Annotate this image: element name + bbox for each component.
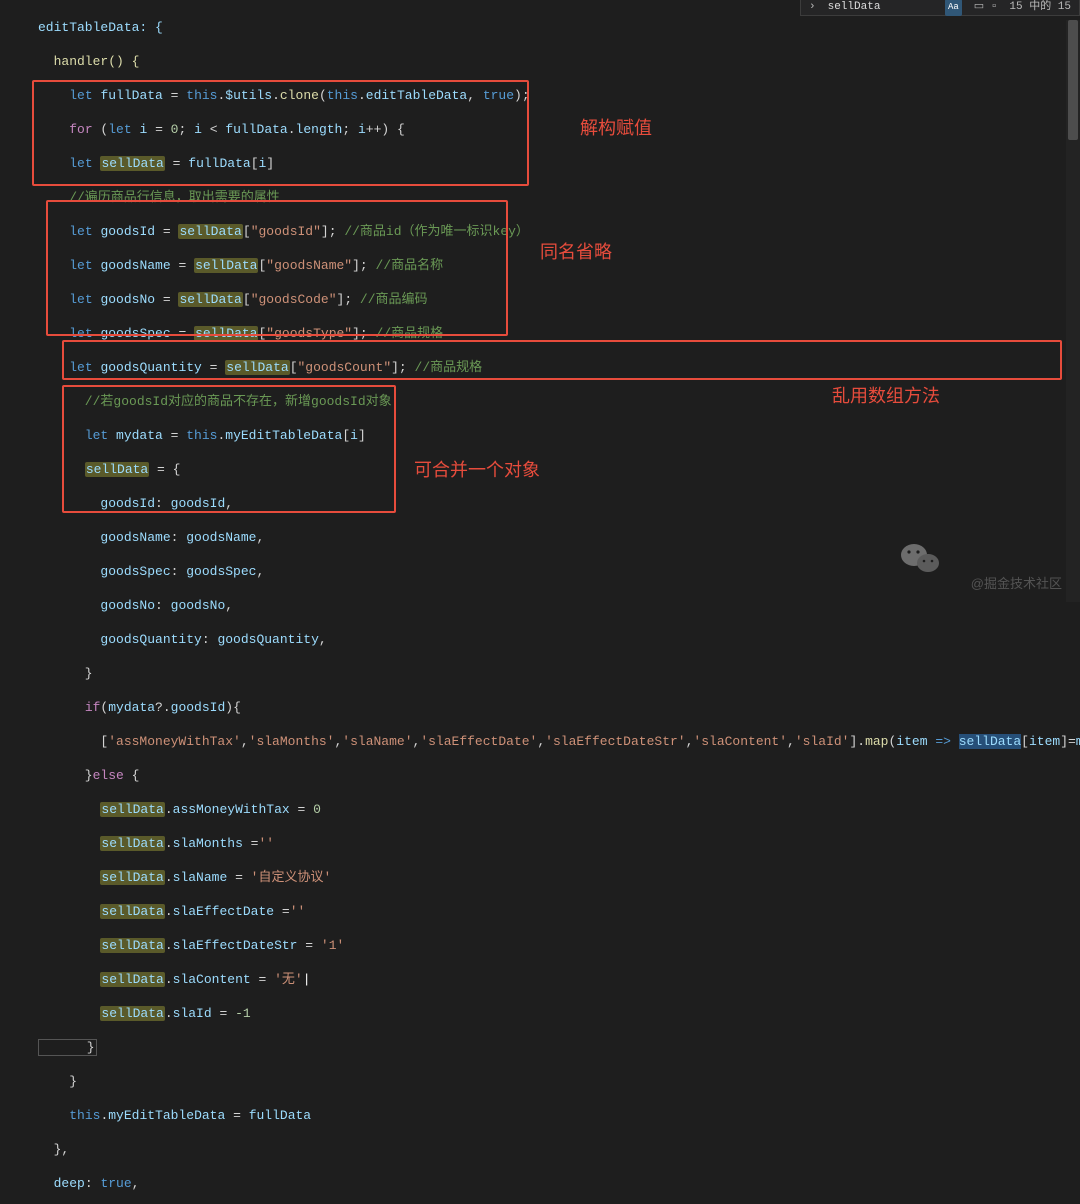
code-line: goodsQuantity: goodsQuantity,: [38, 631, 1080, 648]
code-line: this.myEditTableData = fullData: [38, 1107, 1080, 1124]
code-line: sellData.slaContent = '无'|: [38, 971, 1080, 988]
code-line: goodsId: goodsId,: [38, 495, 1080, 512]
code-line: }: [38, 665, 1080, 682]
code-line: }else {: [38, 767, 1080, 784]
code-line: //遍历商品行信息，取出需要的属性: [38, 189, 1080, 206]
code-line: sellData.slaEffectDateStr = '1': [38, 937, 1080, 954]
code-line: sellData.slaName = '自定义协议': [38, 869, 1080, 886]
code-line: }: [38, 1039, 1080, 1056]
scrollbar-thumb[interactable]: [1068, 20, 1078, 140]
code-line: editTableData: {: [38, 19, 1080, 36]
code-line: sellData.slaId = -1: [38, 1005, 1080, 1022]
code-line: handler() {: [38, 53, 1080, 70]
code-line: let goodsSpec = sellData["goodsType"]; /…: [38, 325, 1080, 342]
code-line: sellData = {: [38, 461, 1080, 478]
code-line: }: [38, 1073, 1080, 1090]
code-line: let goodsId = sellData["goodsId"]; //商品i…: [38, 223, 1080, 240]
wechat-icon: [900, 541, 940, 580]
code-line: let fullData = this.$utils.clone(this.ed…: [38, 87, 1080, 104]
code-line: let sellData = fullData[i]: [38, 155, 1080, 172]
code-line: sellData.assMoneyWithTax = 0: [38, 801, 1080, 818]
code-line: ['assMoneyWithTax','slaMonths','slaName'…: [38, 733, 1080, 750]
code-line: if(mydata?.goodsId){: [38, 699, 1080, 716]
code-line: sellData.slaEffectDate ='': [38, 903, 1080, 920]
code-line: sellData.slaMonths ='': [38, 835, 1080, 852]
code-line: let goodsNo = sellData["goodsCode"]; //商…: [38, 291, 1080, 308]
code-line: for (let i = 0; i < fullData.length; i++…: [38, 121, 1080, 138]
watermark-text: @掘金技术社区: [971, 575, 1062, 592]
code-line: let mydata = this.myEditTableData[i]: [38, 427, 1080, 444]
code-line: deep: true,: [38, 1175, 1080, 1192]
code-line: let goodsName = sellData["goodsName"]; /…: [38, 257, 1080, 274]
code-line: //若goodsId对应的商品不存在，新增goodsId对象: [38, 393, 1080, 410]
code-editor[interactable]: editTableData: { handler() { let fullDat…: [0, 0, 1080, 602]
code-line: },: [38, 1141, 1080, 1158]
code-line: goodsNo: goodsNo,: [38, 597, 1080, 614]
code-line: let goodsQuantity = sellData["goodsCount…: [38, 359, 1080, 376]
vertical-scrollbar[interactable]: [1066, 20, 1080, 602]
